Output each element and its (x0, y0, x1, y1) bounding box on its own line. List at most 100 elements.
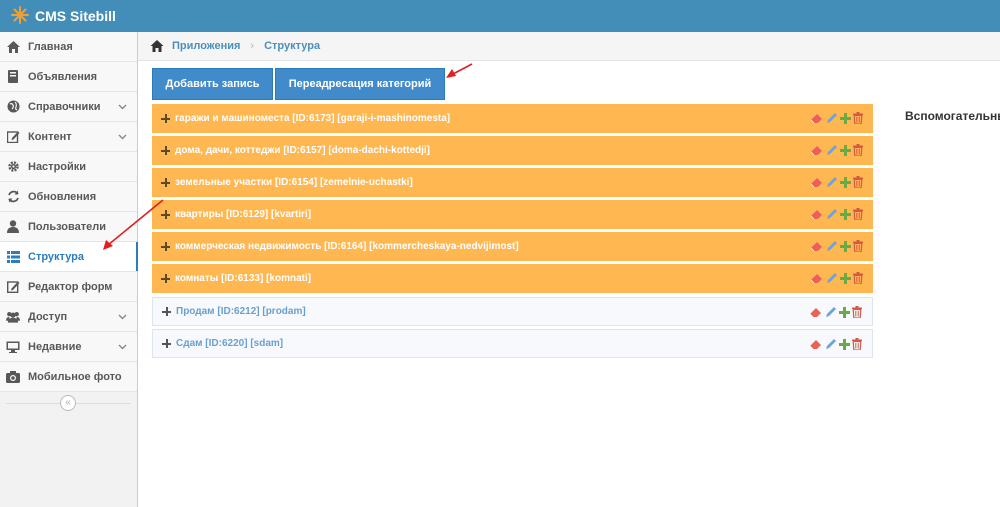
trash-icon[interactable] (853, 112, 863, 124)
expand-plus-icon[interactable] (162, 339, 171, 348)
expand-plus-icon[interactable] (161, 146, 170, 155)
trash-icon[interactable] (852, 338, 862, 350)
sidebar-item-recent[interactable]: Недавние (0, 332, 137, 362)
pencil-icon[interactable] (826, 144, 838, 156)
category-label[interactable]: комнаты [ID:6133] [komnati] (175, 273, 311, 284)
sidebar-item-users[interactable]: Пользователи (0, 212, 137, 242)
breadcrumb-link-apps[interactable]: Приложения (172, 40, 240, 52)
pencil-icon[interactable] (826, 240, 838, 252)
eraser-icon[interactable] (810, 272, 824, 284)
sidebar-item-directories[interactable]: Справочники (0, 92, 137, 122)
category-row[interactable]: Продам [ID:6212] [prodam] (152, 297, 873, 326)
sidebar-item-label: Справочники (28, 100, 101, 113)
category-row[interactable]: земельные участки [ID:6154] [zemelnie-uc… (152, 168, 873, 197)
category-row[interactable]: комнаты [ID:6133] [komnati] (152, 264, 873, 293)
eraser-icon[interactable] (810, 208, 824, 220)
pencil-icon[interactable] (826, 272, 838, 284)
category-label[interactable]: земельные участки [ID:6154] [zemelnie-uc… (175, 177, 413, 188)
expand-plus-icon[interactable] (161, 242, 170, 251)
add-icon[interactable] (839, 338, 850, 350)
breadcrumb: Приложения › Структура (138, 32, 1000, 61)
add-icon[interactable] (840, 144, 851, 156)
add-record-button[interactable]: Добавить запись (152, 68, 273, 100)
eraser-icon[interactable] (809, 306, 823, 318)
sidebar-item-updates[interactable]: Обновления (0, 182, 137, 212)
add-icon[interactable] (840, 208, 851, 220)
category-row[interactable]: дома, дачи, коттеджи [ID:6157] [doma-dac… (152, 136, 873, 165)
sidebar-item-access[interactable]: Доступ (0, 302, 137, 332)
form-edit-icon (6, 280, 20, 294)
sidebar-collapse-row: « (0, 392, 137, 414)
category-row[interactable]: гаражи и машиноместа [ID:6173] [garaji-i… (152, 104, 873, 133)
sidebar-item-form-editor[interactable]: Редактор форм (0, 272, 137, 302)
edit-icon (6, 130, 20, 144)
trash-icon[interactable] (853, 272, 863, 284)
category-label[interactable]: квартиры [ID:6129] [kvartiri] (175, 209, 311, 220)
globe-icon (6, 100, 20, 114)
sidebar-item-mobile-photo[interactable]: Мобильное фото (0, 362, 137, 392)
breadcrumb-current[interactable]: Структура (264, 40, 320, 52)
add-icon[interactable] (840, 112, 851, 124)
pencil-icon[interactable] (826, 112, 838, 124)
eraser-icon[interactable] (810, 176, 824, 188)
category-label[interactable]: коммерческая недвижимость [ID:6164] [kom… (175, 241, 519, 252)
row-actions (809, 306, 862, 318)
chevron-down-icon (118, 311, 127, 323)
home-icon[interactable] (150, 40, 164, 52)
sidebar-item-settings[interactable]: Настройки (0, 152, 137, 182)
eraser-icon[interactable] (810, 112, 824, 124)
sidebar-item-label: Настройки (28, 160, 87, 173)
pencil-icon[interactable] (825, 306, 837, 318)
pencil-icon[interactable] (825, 338, 837, 350)
pencil-icon[interactable] (826, 176, 838, 188)
aux-panel-title: Вспомогательные (905, 109, 1000, 123)
row-actions (810, 272, 863, 284)
list-icon (6, 250, 20, 264)
chevron-down-icon (118, 101, 127, 113)
redirect-categories-button[interactable]: Переадресация категорий (275, 68, 445, 100)
expand-plus-icon[interactable] (161, 274, 170, 283)
add-icon[interactable] (839, 306, 850, 318)
app-title: CMS Sitebill (35, 8, 116, 24)
camera-icon (6, 370, 20, 384)
category-label[interactable]: дома, дачи, коттеджи [ID:6157] [doma-dac… (175, 145, 430, 156)
trash-icon[interactable] (853, 208, 863, 220)
expand-plus-icon[interactable] (161, 114, 170, 123)
brand[interactable]: CMS Sitebill (10, 5, 116, 27)
category-row[interactable]: коммерческая недвижимость [ID:6164] [kom… (152, 232, 873, 261)
sidebar-item-label: Недавние (28, 340, 82, 353)
add-icon[interactable] (840, 176, 851, 188)
annotation-arrow-icon (446, 63, 473, 78)
trash-icon[interactable] (853, 144, 863, 156)
sidebar: Главная Объявления Справочники Контент Н… (0, 32, 138, 507)
row-actions (810, 240, 863, 252)
expand-plus-icon[interactable] (161, 178, 170, 187)
sidebar-item-listings[interactable]: Объявления (0, 62, 137, 92)
category-row[interactable]: Сдам [ID:6220] [sdam] (152, 329, 873, 358)
row-actions (810, 112, 863, 124)
pencil-icon[interactable] (826, 208, 838, 220)
row-actions (809, 338, 862, 350)
sidebar-item-home[interactable]: Главная (0, 32, 137, 62)
add-icon[interactable] (840, 272, 851, 284)
expand-plus-icon[interactable] (162, 307, 171, 316)
eraser-icon[interactable] (809, 338, 823, 350)
eraser-icon[interactable] (810, 144, 824, 156)
add-icon[interactable] (840, 240, 851, 252)
eraser-icon[interactable] (810, 240, 824, 252)
category-label[interactable]: гаражи и машиноместа [ID:6173] [garaji-i… (175, 113, 450, 124)
sidebar-item-structure[interactable]: Структура (0, 242, 138, 272)
sidebar-item-label: Структура (28, 250, 84, 263)
sidebar-item-content[interactable]: Контент (0, 122, 137, 152)
logo-icon (10, 5, 30, 28)
trash-icon[interactable] (853, 176, 863, 188)
category-row[interactable]: квартиры [ID:6129] [kvartiri] (152, 200, 873, 229)
monitor-icon (6, 340, 20, 354)
trash-icon[interactable] (852, 306, 862, 318)
sidebar-collapse-button[interactable]: « (60, 395, 76, 411)
category-label[interactable]: Продам [ID:6212] [prodam] (176, 306, 306, 317)
expand-plus-icon[interactable] (161, 210, 170, 219)
category-label[interactable]: Сдам [ID:6220] [sdam] (176, 338, 283, 349)
user-icon (6, 220, 20, 234)
trash-icon[interactable] (853, 240, 863, 252)
